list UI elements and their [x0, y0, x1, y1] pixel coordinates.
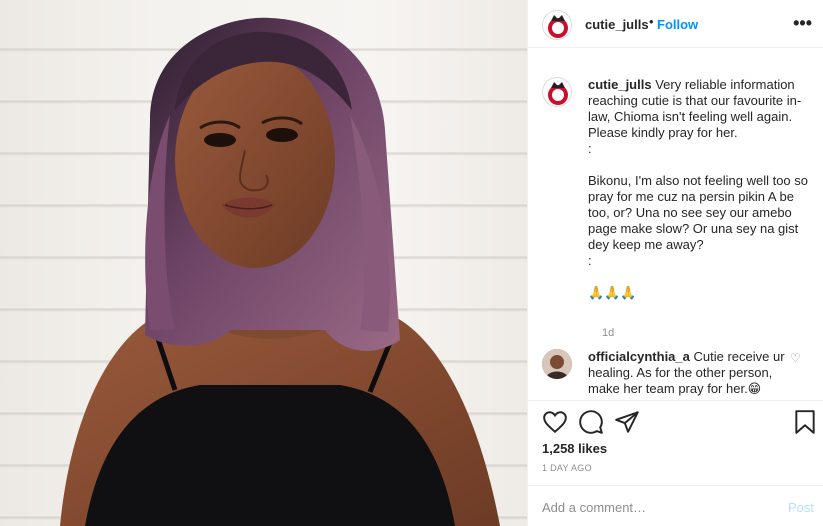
post-comment-button[interactable]: Post: [788, 500, 814, 515]
comment-username[interactable]: officialcynthia_a: [588, 349, 690, 364]
caption-username[interactable]: cutie_julls: [588, 77, 652, 92]
caption-timestamp[interactable]: 1d: [602, 327, 614, 339]
save-bookmark-icon[interactable]: [792, 409, 818, 435]
add-comment-bar: Post: [528, 485, 823, 526]
comments-section: cutie_julls Very reliable information re…: [528, 65, 823, 400]
author-avatar[interactable]: [542, 10, 572, 40]
post-header: cutie_julls • Follow •••: [528, 0, 823, 48]
comment-body: officialcynthia_a Cutie receive ur heali…: [588, 349, 796, 397]
share-paper-plane-icon[interactable]: [614, 409, 640, 435]
commenter-avatar[interactable]: [542, 349, 572, 379]
author-username[interactable]: cutie_julls: [585, 17, 649, 32]
portrait-illustration: [60, 17, 500, 526]
comment-input[interactable]: [542, 497, 772, 517]
caption-author-avatar[interactable]: [542, 77, 572, 107]
post-actions: 1,258 likes 1 DAY AGO: [528, 400, 823, 485]
separator-dot: •: [649, 14, 654, 29]
likes-count[interactable]: 1,258 likes: [542, 441, 607, 456]
comment-like-heart-icon[interactable]: ♡: [790, 351, 801, 365]
like-heart-icon[interactable]: [542, 409, 568, 435]
caption-text: Very reliable information reaching cutie…: [588, 77, 808, 300]
caption-body: cutie_julls Very reliable information re…: [588, 77, 808, 301]
more-options-icon[interactable]: •••: [793, 13, 812, 34]
comment-bubble-icon[interactable]: [578, 409, 604, 435]
follow-button[interactable]: Follow: [657, 17, 698, 32]
post-image[interactable]: [0, 0, 527, 526]
post-date[interactable]: 1 DAY AGO: [542, 463, 592, 473]
post-side-panel: cutie_julls • Follow ••• cutie_julls Ver…: [527, 0, 823, 526]
